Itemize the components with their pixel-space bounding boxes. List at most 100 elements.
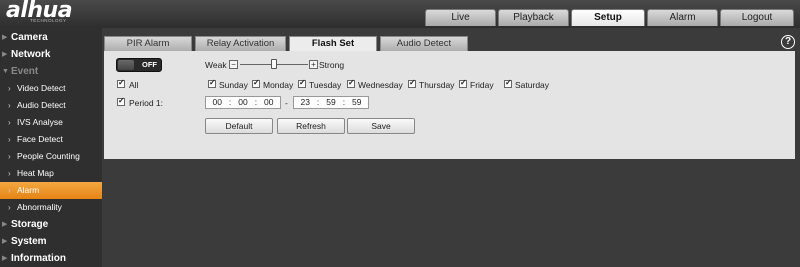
chevron-right-icon: ›	[8, 203, 11, 212]
main-nav: Live Playback Setup Alarm Logout	[425, 9, 794, 26]
period-start-time-input[interactable]: 00 : 00 : 00	[205, 96, 281, 109]
chevron-right-icon: ›	[8, 152, 11, 161]
tab-audio-detect[interactable]: Audio Detect	[380, 36, 468, 51]
slider-min-label: Weak	[205, 60, 227, 70]
day-checkbox-friday[interactable]	[459, 78, 467, 88]
toggle-knob	[118, 60, 134, 70]
minus-icon[interactable]: −	[229, 60, 238, 69]
sidebar-label: Event	[11, 66, 39, 77]
sidebar-item-storage[interactable]: ▶ Storage	[0, 216, 102, 233]
day-checkbox-saturday[interactable]	[504, 78, 512, 88]
time-separator: :	[228, 97, 232, 107]
tab-pir-alarm[interactable]: PIR Alarm	[104, 36, 192, 51]
day-label-monday: Monday	[263, 80, 294, 90]
sidebar-label: Video Detect	[17, 83, 66, 93]
end-second[interactable]: 59	[352, 97, 361, 108]
help-icon[interactable]: ?	[781, 35, 795, 49]
expand-arrow-icon: ▶	[2, 34, 8, 41]
sidebar-item-audio-detect[interactable]: › Audio Detect	[0, 97, 102, 114]
chevron-right-icon: ›	[8, 169, 11, 178]
slider-handle[interactable]	[271, 59, 277, 69]
sidebar-label: Information	[11, 253, 66, 264]
start-minute[interactable]: 00	[238, 97, 247, 108]
sidebar-label: Storage	[11, 219, 49, 230]
time-separator: :	[316, 97, 320, 107]
sidebar-label: Heat Map	[17, 168, 54, 178]
sidebar-item-information[interactable]: ▶ Information	[0, 250, 102, 267]
start-hour[interactable]: 00	[212, 97, 221, 108]
tab-live[interactable]: Live	[425, 9, 496, 26]
sidebar-item-heat-map[interactable]: › Heat Map	[0, 165, 102, 182]
expand-arrow-icon: ▶	[2, 221, 8, 228]
day-checkbox-thursday[interactable]	[408, 78, 416, 88]
chevron-right-icon: ›	[8, 84, 11, 93]
expand-arrow-icon: ▶	[2, 238, 8, 245]
toggle-state: OFF	[142, 60, 157, 69]
day-label-wednesday: Wednesday	[358, 80, 403, 90]
tab-playback[interactable]: Playback	[498, 9, 569, 26]
chevron-right-icon: ›	[8, 135, 11, 144]
day-checkbox-sunday[interactable]	[208, 78, 216, 88]
flash-enable-toggle[interactable]: OFF	[116, 58, 162, 72]
chevron-right-icon: ›	[8, 101, 11, 110]
sidebar-label: People Counting	[17, 151, 80, 161]
day-checkbox-tuesday[interactable]	[298, 78, 306, 88]
tab-setup[interactable]: Setup	[571, 9, 645, 26]
day-label-thursday: Thursday	[419, 80, 455, 90]
sidebar-item-face-detect[interactable]: › Face Detect	[0, 131, 102, 148]
content-tabs: PIR Alarm Relay Activation Flash Set Aud…	[104, 36, 468, 51]
sidebar-label: Abnormality	[17, 202, 62, 212]
tab-flash-set[interactable]: Flash Set	[289, 36, 377, 51]
brand-subtitle: TECHNOLOGY	[30, 18, 67, 23]
sidebar-item-abnormality[interactable]: › Abnormality	[0, 199, 102, 216]
time-separator: :	[254, 97, 258, 107]
expand-arrow-icon: ▶	[2, 51, 8, 58]
all-days-checkbox[interactable]	[117, 78, 125, 88]
chevron-right-icon: ›	[8, 118, 11, 127]
end-minute[interactable]: 59	[326, 97, 335, 108]
all-days-label: All	[129, 80, 139, 90]
sidebar-label: IVS Analyse	[17, 117, 63, 127]
time-separator: :	[342, 97, 346, 107]
day-checkbox-wednesday[interactable]	[347, 78, 355, 88]
refresh-button[interactable]: Refresh	[277, 118, 345, 134]
sidebar-item-network[interactable]: ▶ Network	[0, 46, 102, 63]
day-label-tuesday: Tuesday	[309, 80, 342, 90]
sidebar-item-video-detect[interactable]: › Video Detect	[0, 80, 102, 97]
day-checkbox-monday[interactable]	[252, 78, 260, 88]
sidebar-label: Face Detect	[17, 134, 63, 144]
flash-settings-panel: OFF Weak − + Strong All Sunday Monday Tu…	[104, 51, 795, 159]
sidebar-label: Network	[11, 49, 51, 60]
sidebar-label: Camera	[11, 32, 48, 43]
chevron-right-icon: ›	[8, 186, 11, 195]
day-label-saturday: Saturday	[515, 80, 550, 90]
tab-relay-activation[interactable]: Relay Activation	[195, 36, 286, 51]
sidebar-item-camera[interactable]: ▶ Camera	[0, 29, 102, 46]
sidebar-label: System	[11, 236, 47, 247]
top-bar: alhua TECHNOLOGY Live Playback Setup Ala…	[0, 0, 800, 28]
day-label-friday: Friday	[470, 80, 494, 90]
period-end-time-input[interactable]: 23 : 59 : 59	[293, 96, 369, 109]
sidebar-label: Alarm	[17, 185, 40, 195]
sidebar-item-event[interactable]: ▼ Event	[0, 63, 102, 80]
day-label-sunday: Sunday	[219, 80, 248, 90]
end-hour[interactable]: 23	[300, 97, 309, 108]
period-1-checkbox[interactable]	[117, 96, 125, 106]
default-button[interactable]: Default	[205, 118, 273, 134]
sidebar-item-people-counting[interactable]: › People Counting	[0, 148, 102, 165]
save-button[interactable]: Save	[347, 118, 415, 134]
start-second[interactable]: 00	[264, 97, 273, 108]
sidebar-item-ivs-analyse[interactable]: › IVS Analyse	[0, 114, 102, 131]
expand-arrow-icon: ▶	[2, 255, 8, 262]
period-range-dash: -	[285, 98, 288, 108]
sidebar-item-alarm[interactable]: › Alarm	[0, 182, 102, 199]
collapse-arrow-icon: ▼	[2, 68, 9, 75]
sidebar: ▶ Camera ▶ Network ▼ Event › Video Detect › A…	[0, 28, 102, 267]
sidebar-item-system[interactable]: ▶ System	[0, 233, 102, 250]
period-1-label: Period 1:	[129, 98, 164, 108]
slider-max-label: Strong	[319, 60, 345, 70]
sidebar-label: Audio Detect	[17, 100, 66, 110]
tab-logout[interactable]: Logout	[720, 9, 794, 26]
plus-icon[interactable]: +	[309, 60, 318, 69]
tab-alarm[interactable]: Alarm	[647, 9, 718, 26]
